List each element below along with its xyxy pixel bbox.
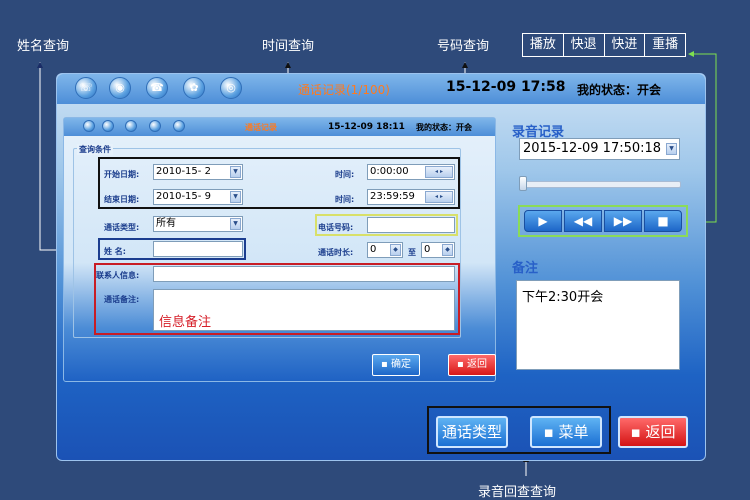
record-query-highlight — [427, 406, 611, 454]
confirm-button[interactable]: ▪ 确定 — [372, 354, 420, 376]
note-title: 备注 — [512, 261, 539, 276]
dialog-disc-icon[interactable] — [173, 120, 185, 132]
stepper-icon[interactable]: ◆ — [390, 244, 401, 256]
duration-to-input[interactable]: 0 ◆ — [421, 242, 455, 258]
name-query-highlight — [98, 238, 246, 260]
annotation-name-query: 姓名查询 — [17, 39, 70, 54]
info-note-highlight — [94, 263, 460, 335]
dialog-film-icon[interactable] — [149, 120, 161, 132]
record-datetime-select[interactable]: 2015-12-09 17:50:18 ▼ — [519, 138, 680, 160]
rss-icon[interactable]: ◉ — [109, 77, 131, 99]
dialog-title: 通话记录 — [245, 123, 277, 132]
back-button[interactable]: ▪ 返回 — [618, 416, 688, 448]
legend-forward: 快进 — [605, 34, 646, 56]
control-legend: 播放 快退 快进 重播 — [522, 33, 686, 57]
telephone-icon[interactable]: ☎ — [146, 77, 168, 99]
number-query-highlight — [315, 214, 458, 236]
annotation-time-query: 时间查询 — [262, 39, 315, 54]
dialog-back-button[interactable]: ▪ 返回 — [448, 354, 496, 376]
legend-replay: 重播 — [652, 37, 679, 52]
note-display[interactable]: 下午2:30开会 — [516, 280, 680, 370]
dialog-status: 我的状态：开会 — [416, 123, 472, 132]
dialog-telephone-icon[interactable] — [125, 120, 137, 132]
time-query-highlight — [98, 157, 460, 209]
window-clock: 15-12-09 17:58 — [446, 79, 566, 95]
duration-label: 通话时长: — [318, 248, 354, 257]
forward-button[interactable]: ▶▶ — [604, 210, 642, 232]
duration-to-label: 至 — [408, 248, 416, 257]
disc-icon[interactable]: ◎ — [220, 77, 242, 99]
stop-button[interactable]: ■ — [644, 210, 682, 232]
legend-play: 播放 — [523, 34, 564, 56]
info-note-annotation: 信息备注 — [159, 315, 212, 330]
query-legend: 查询条件 — [77, 144, 113, 155]
film-icon[interactable]: ✿ — [183, 77, 205, 99]
call-type-select[interactable]: 所有 ▼ — [153, 216, 243, 232]
window-title: 通话记录(1/100) — [298, 83, 390, 97]
dialog-rss-icon[interactable] — [102, 120, 114, 132]
stepper-icon[interactable]: ◆ — [442, 244, 453, 256]
playback-slider-track[interactable] — [519, 181, 681, 188]
window-status: 我的状态：开会 — [577, 83, 662, 97]
duration-from-input[interactable]: 0 ◆ — [367, 242, 403, 258]
call-type-label: 通话类型: — [104, 223, 140, 232]
legend-rewind: 快退 — [564, 34, 605, 56]
playback-slider-knob[interactable] — [519, 176, 527, 191]
play-button[interactable]: ▶ — [524, 210, 562, 232]
dialog-clock: 15-12-09 18:11 — [328, 122, 405, 132]
rewind-button[interactable]: ◀◀ — [564, 210, 602, 232]
annotation-record-query: 录音回查查询 — [478, 485, 557, 500]
annotation-number-query: 号码查询 — [437, 39, 490, 54]
chevron-down-icon: ▼ — [666, 143, 677, 155]
dialog-phone-icon[interactable] — [83, 120, 95, 132]
phone-icon[interactable]: ☏ — [75, 77, 97, 99]
chevron-down-icon: ▼ — [230, 218, 241, 230]
